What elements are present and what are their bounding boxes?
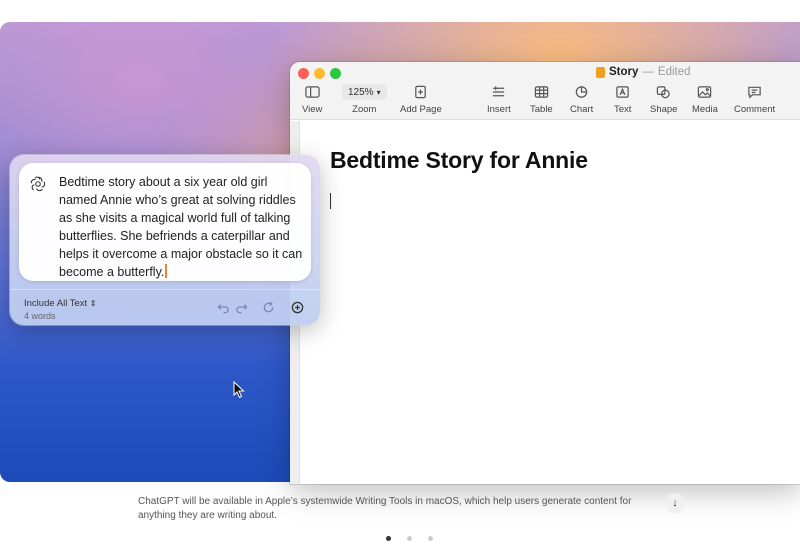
writing-tools-popover: Bedtime story about a six year old girl … (10, 155, 320, 325)
zoom-control[interactable]: 125% ▾ Zoom (342, 84, 387, 115)
caption-text: ChatGPT will be available in Apple’s sys… (138, 496, 632, 521)
document-name: Story (609, 66, 639, 78)
media-label: Media (692, 104, 718, 115)
document-status: Edited (657, 66, 691, 78)
pages-document-icon (596, 66, 605, 78)
arrow-down-icon: ↓ (672, 497, 678, 509)
redo-button[interactable] (233, 299, 249, 315)
insert-icon (491, 84, 506, 100)
pagination-dot[interactable] (386, 536, 391, 541)
document-heading[interactable]: Bedtime Story for Annie (330, 147, 588, 174)
text-cursor (165, 264, 168, 278)
word-count: 4 words (24, 311, 56, 321)
prompt-input[interactable]: Bedtime story about a six year old girl … (59, 173, 309, 281)
chevron-down-icon: ▾ (376, 87, 381, 97)
undo-button[interactable] (215, 299, 231, 315)
table-label: Table (530, 104, 553, 115)
pagination-dot[interactable] (428, 536, 433, 541)
shape-label: Shape (650, 104, 678, 115)
comment-button[interactable]: Comment (734, 84, 775, 115)
add-page-icon (413, 84, 428, 100)
photo-icon (697, 84, 712, 100)
mouse-pointer-icon (233, 381, 245, 399)
document-separator: — (642, 66, 654, 78)
minimize-window-button[interactable] (314, 68, 325, 79)
zoom-label: Zoom (352, 104, 377, 115)
plus-circle-icon (291, 301, 303, 313)
view-label: View (302, 104, 323, 115)
chart-label: Chart (570, 104, 594, 115)
more-options-button[interactable] (289, 299, 305, 315)
popover-footer: Include All Text ⇕ 4 words (10, 289, 320, 325)
add-page-label: Add Page (400, 104, 442, 115)
text-button[interactable]: Text (614, 84, 631, 115)
up-down-chevron-icon: ⇕ (89, 299, 97, 308)
chart-button[interactable]: Chart (570, 84, 593, 115)
shape-button[interactable]: Shape (650, 84, 677, 115)
shape-icon (656, 84, 671, 100)
add-page-button[interactable]: Add Page (400, 84, 442, 115)
insert-button[interactable]: Insert (487, 84, 511, 115)
document-canvas[interactable]: Bedtime Story for Annie (290, 121, 800, 484)
include-text-label: Include All Text (24, 298, 88, 309)
view-button[interactable]: View (302, 84, 322, 115)
sidebar-icon (305, 84, 320, 100)
text-box-icon (615, 84, 630, 100)
prompt-text: Bedtime story about a six year old girl … (59, 175, 303, 279)
include-text-select[interactable]: Include All Text ⇕ (24, 298, 97, 309)
insert-label: Insert (487, 104, 511, 115)
comment-icon (747, 84, 762, 100)
zoom-value: 125% (348, 86, 374, 98)
refresh-icon (263, 300, 273, 312)
table-button[interactable]: Table (530, 84, 553, 115)
window-titlebar: Story — Edited View 125% ▾ Zoom Add Page… (290, 62, 800, 120)
pagination-dot[interactable] (407, 536, 412, 541)
pages-window: Story — Edited View 125% ▾ Zoom Add Page… (290, 62, 800, 484)
close-window-button[interactable] (298, 68, 309, 79)
pagination-dots (386, 536, 433, 541)
pie-chart-icon (574, 84, 589, 100)
comment-label: Comment (734, 104, 776, 115)
media-button[interactable]: Media (692, 84, 718, 115)
redo-icon (235, 303, 248, 313)
prompt-card[interactable]: Bedtime story about a six year old girl … (19, 163, 311, 281)
undo-icon (216, 303, 229, 313)
zoom-window-button[interactable] (330, 68, 341, 79)
scroll-down-button[interactable]: ↓ (665, 493, 685, 513)
zoom-select[interactable]: 125% ▾ (342, 84, 387, 100)
table-icon (534, 84, 549, 100)
retry-button[interactable] (260, 299, 276, 315)
text-label: Text (614, 104, 632, 115)
text-insertion-caret (330, 193, 331, 209)
stage: Story — Edited View 125% ▾ Zoom Add Page… (0, 0, 800, 560)
chatgpt-logo-icon (30, 176, 46, 192)
document-title[interactable]: Story — Edited (596, 66, 691, 78)
